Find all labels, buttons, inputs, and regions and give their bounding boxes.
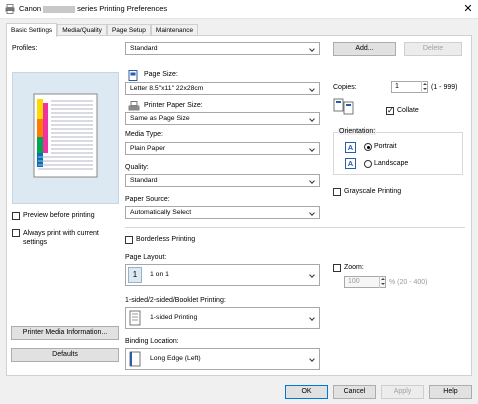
title-suffix: series Printing Preferences [77,4,168,13]
copies-range: (1 - 999) [431,84,458,91]
printer-media-info-button[interactable]: Printer Media Information... [11,326,119,340]
page-size-label: Page Size: [144,71,178,78]
binding-left-icon [129,351,141,367]
one-sided-icon [129,310,141,326]
separator [125,227,465,228]
portrait-radio[interactable] [364,143,372,151]
landscape-label: Landscape [374,160,409,167]
binding-select[interactable]: Long Edge (Left) [125,348,320,370]
title-prefix: Canon [19,4,42,13]
window-title: Canon series Printing Preferences [19,4,167,13]
defaults-button[interactable]: Defaults [11,348,119,362]
always-print-current-label: Always print with current settings [23,230,99,246]
printer-icon [5,4,15,14]
duplex-select[interactable]: 1-sided Printing [125,307,320,329]
borderless-checkbox[interactable] [125,236,133,244]
close-button[interactable]: ✕ [462,2,474,16]
page-layout-label: Page Layout: [125,254,167,261]
zoom-checkbox[interactable] [333,264,341,272]
borderless-label: Borderless Printing [136,236,196,243]
printer-paper-size-icon [128,101,140,111]
preview-before-printing-checkbox[interactable] [12,212,20,220]
paper-source-label: Paper Source: [125,196,170,203]
profiles-label: Profiles: [12,45,38,52]
page-preview-image [33,93,98,178]
collate-label: Collate [397,107,419,114]
grayscale-label: Grayscale Printing [344,188,402,195]
printer-paper-size-label: Printer Paper Size: [144,102,203,109]
quality-select[interactable]: Standard [125,174,320,187]
help-button[interactable]: Help [429,385,472,399]
portrait-label: Portrait [374,143,397,150]
zoom-label: Zoom: [344,264,364,271]
collate-icon [333,98,354,115]
preview-before-printing-label: Preview before printing [23,212,95,219]
paper-source-select[interactable]: Automatically Select [125,206,320,219]
page-size-select[interactable]: Letter 8.5"x11" 22x28cm [125,82,320,95]
tab-basic-settings[interactable]: Basic Settings [6,23,58,37]
apply-button[interactable]: Apply [381,385,424,399]
printer-paper-size-select[interactable]: Same as Page Size [125,112,320,125]
cancel-button[interactable]: Cancel [333,385,376,399]
copies-spinner[interactable] [421,81,428,93]
ok-button[interactable]: OK [285,385,328,399]
always-print-current-checkbox[interactable] [12,229,20,237]
redacted-model [43,5,76,13]
landscape-radio[interactable] [364,160,372,168]
portrait-icon: A [345,142,356,153]
print-preview [12,72,119,204]
page-layout-icon: 1 [128,267,142,283]
landscape-icon: A [345,158,356,169]
page-size-icon [128,70,138,81]
profiles-select[interactable]: Standard [125,42,320,55]
copies-label: Copies: [333,84,357,91]
collate-checkbox[interactable] [386,106,394,116]
duplex-label: 1-sided/2-sided/Booklet Printing: [125,297,226,304]
binding-label: Binding Location: [125,338,179,345]
title-bar: Canon series Printing Preferences ✕ [0,0,478,19]
orientation-label: Orientation: [338,128,377,135]
add-profile-button[interactable]: Add... [333,42,396,56]
zoom-range: % (20 - 400) [389,279,428,286]
grayscale-checkbox[interactable] [333,188,341,196]
zoom-spinner[interactable] [379,276,386,288]
delete-profile-button[interactable]: Delete [404,42,462,56]
media-type-select[interactable]: Plain Paper [125,142,320,155]
page-layout-select[interactable]: 1 on 1 [125,264,320,286]
quality-label: Quality: [125,164,149,171]
media-type-label: Media Type: [125,131,164,138]
